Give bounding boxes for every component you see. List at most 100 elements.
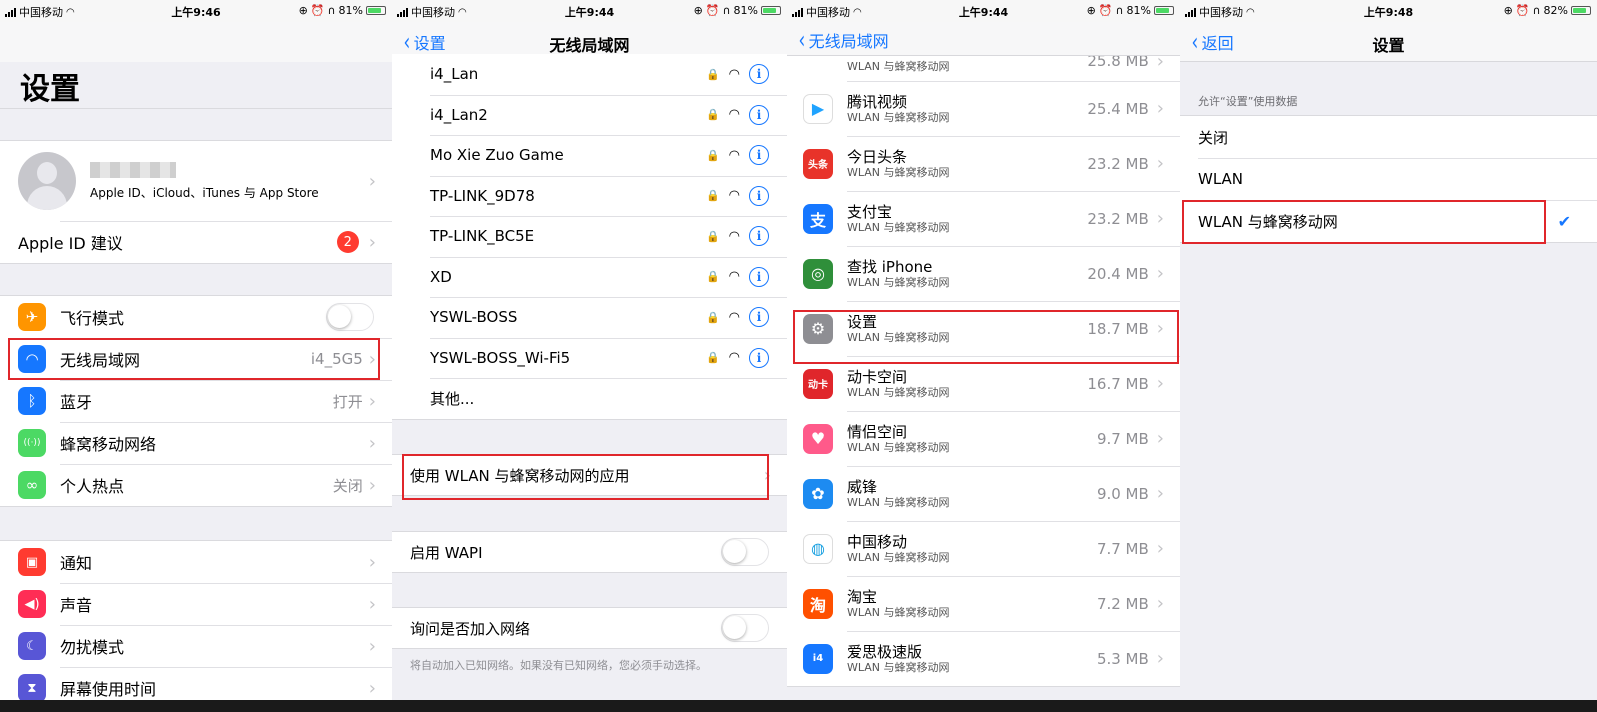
settings-row[interactable]: ✈ 飞行模式 [0, 296, 392, 338]
checkmark-icon: ✔ [1557, 211, 1571, 231]
app-network-type: WLAN 与蜂窝移动网 [847, 110, 950, 124]
settings-row[interactable]: ◀) 声音 › [0, 583, 392, 625]
back-button[interactable]: ‹ 无线局域网 [797, 28, 888, 52]
battery-percent: 81% [338, 4, 363, 17]
lock-icon: 🔒 [705, 67, 720, 81]
app-data-size: 20.4 MB [1087, 264, 1149, 283]
wapi-label: 启用 WAPI [410, 543, 483, 562]
chevron-right-icon: › [1156, 153, 1164, 174]
network-row[interactable]: Mo Xie Zuo Game 🔒 ◠ i [392, 135, 787, 176]
app-row[interactable]: ⚙ 设置 WLAN 与蜂窝移动网 18.7 MB › [787, 301, 1180, 356]
app-row[interactable]: ◍ 中国移动 WLAN 与蜂窝移动网 7.7 MB › [787, 521, 1180, 576]
network-row[interactable]: i4_Lan2 🔒 ◠ i [392, 94, 787, 136]
app-row[interactable]: ✿ 威锋 WLAN 与蜂窝移动网 9.0 MB › [787, 466, 1180, 521]
appleid-suggestion-row[interactable]: Apple ID 建议 2 › [0, 221, 392, 263]
app-network-type: WLAN 与蜂窝移动网 [847, 275, 950, 289]
network-row[interactable]: i4_Lan 🔒 ◠ i [392, 54, 787, 95]
network-name: YSWL-BOSS [430, 308, 518, 327]
settings-row[interactable]: ☾ 勿扰模式 › [0, 625, 392, 667]
network-name: TP-LINK_BC5E [430, 227, 535, 246]
toutiao-icon: 头条 [803, 148, 833, 179]
data-option-row[interactable]: WLAN 与蜂窝移动网 ✔ [1180, 200, 1597, 242]
apps-using-wlan-row[interactable]: 使用 WLAN 与蜂窝移动网的应用 › [392, 454, 787, 496]
settings-row-label: 蜂窝移动网络 [60, 435, 157, 454]
lock-icon: 🔒 [705, 229, 720, 243]
chevron-right-icon: › [1156, 263, 1164, 284]
app-row[interactable]: ♥ 情侣空间 WLAN 与蜂窝移动网 9.7 MB › [787, 411, 1180, 466]
network-row[interactable]: YSWL-BOSS 🔒 ◠ i [392, 297, 787, 338]
settings-row-label: 勿扰模式 [60, 638, 125, 657]
app-data-size: 23.2 MB [1087, 209, 1149, 228]
app-network-type: WLAN 与蜂窝移动网 [847, 550, 950, 564]
tencent-video-icon: ▶ [803, 93, 833, 124]
alipay-icon: 支 [803, 203, 833, 234]
app-data-size: 9.7 MB [1096, 429, 1149, 448]
settings-row[interactable]: ▣ 通知 › [0, 541, 392, 583]
info-icon[interactable]: i [749, 266, 769, 287]
taobao-icon: 淘 [803, 588, 833, 619]
page-title: 设置 [20, 72, 80, 107]
info-icon[interactable]: i [749, 347, 769, 368]
app-network-type: WLAN 与蜂窝移动网 [847, 165, 950, 179]
wifi-signal-icon: ◠ [728, 188, 740, 204]
profile-row[interactable]: Apple ID、iCloud、iTunes 与 App Store › [0, 141, 392, 221]
info-icon[interactable]: i [749, 307, 769, 328]
app-network-type: WLAN 与蜂窝移动网 [847, 605, 950, 619]
app-network-type: WLAN 与蜂窝移动网 [847, 385, 950, 399]
data-option-row[interactable]: 关闭 [1180, 116, 1597, 158]
network-name: i4_Lan2 [430, 105, 488, 124]
settings-row[interactable]: ((·)) 蜂窝移动网络 › [0, 422, 392, 464]
settings-gear-icon: ⚙ [803, 313, 833, 344]
app-row-partial[interactable]: WLAN 与蜂窝移动网 25.8 MB › [787, 51, 1180, 81]
network-row[interactable]: TP-LINK_9D78 🔒 ◠ i [392, 175, 787, 217]
network-row[interactable]: XD 🔒 ◠ i [392, 256, 787, 298]
lock-rotation-icon: ⊕ [693, 4, 703, 17]
divider [0, 108, 392, 109]
app-data-size: 7.7 MB [1096, 539, 1149, 558]
app-row[interactable]: i4 爱思极速版 WLAN 与蜂窝移动网 5.3 MB › [787, 631, 1180, 686]
headphones-icon: ∩ [722, 4, 731, 17]
airplane-toggle[interactable] [326, 303, 374, 331]
wifi-signal-icon: ◠ [728, 350, 740, 366]
wapi-toggle[interactable] [721, 538, 769, 566]
ask-join-toggle[interactable] [721, 614, 769, 642]
info-icon[interactable]: i [749, 226, 769, 247]
settings-row-label: 声音 [60, 596, 93, 615]
settings-row[interactable]: ◠ 无线局域网 i4_5G5 › [0, 338, 392, 380]
settings-row[interactable]: ᛒ 蓝牙 打开 › [0, 380, 392, 422]
app-row[interactable]: ◎ 查找 iPhone WLAN 与蜂窝移动网 20.4 MB › [787, 246, 1180, 301]
info-icon[interactable]: i [749, 145, 769, 166]
app-row[interactable]: 支支付宝 WLAN 与蜂窝移动网 23.2 MB › [787, 191, 1180, 246]
apps-using-wlan-label: 使用 WLAN 与蜂窝移动网的应用 [410, 466, 630, 485]
network-row[interactable]: YSWL-BOSS_Wi-Fi5 🔒 ◠ i [392, 337, 787, 379]
network-row[interactable]: TP-LINK_BC5E 🔒 ◠ i [392, 216, 787, 257]
app-row[interactable]: 头条 今日头条 WLAN 与蜂窝移动网 23.2 MB › [787, 136, 1180, 191]
app-row[interactable]: 淘淘宝 WLAN 与蜂窝移动网 7.2 MB › [787, 576, 1180, 631]
settings-row[interactable]: ∞ 个人热点 关闭 › [0, 464, 392, 506]
app-data-size: 9.0 MB [1096, 484, 1149, 503]
app-name: 淘宝 [847, 587, 878, 606]
settings-row-label: 飞行模式 [60, 309, 125, 328]
app-row[interactable]: 动卡 动卡空间 WLAN 与蜂窝移动网 16.7 MB › [787, 356, 1180, 411]
screenshot-stage: 中国移动 ◠ 上午9:46 ⊕ ⏰ ∩ 81% 设置 Apple ID、iCloud、i… [0, 0, 1597, 712]
info-icon[interactable]: i [749, 64, 769, 85]
other-network-row[interactable]: 其他... [392, 378, 787, 419]
settings-row-label: 无线局域网 [60, 351, 141, 370]
app-name: 设置 [847, 312, 878, 331]
settings-row[interactable]: ⧗ 屏幕使用时间 › [0, 667, 392, 700]
chevron-right-icon: › [368, 551, 376, 573]
couple-icon: ♥ [803, 423, 833, 454]
wifi-signal-icon: ◠ [728, 147, 740, 163]
lock-icon: 🔒 [705, 310, 720, 324]
wifi-signal-icon: ◠ [728, 269, 740, 285]
info-icon[interactable]: i [749, 185, 769, 206]
chevron-right-icon: › [1156, 483, 1164, 504]
network-name: Mo Xie Zuo Game [430, 146, 564, 165]
data-option-row[interactable]: WLAN [1180, 158, 1597, 200]
app-row[interactable]: ▶ 腾讯视频 WLAN 与蜂窝移动网 25.4 MB › [787, 81, 1180, 136]
chevron-right-icon: › [1156, 593, 1164, 614]
info-icon[interactable]: i [749, 104, 769, 125]
settings-row-value: 打开 [332, 392, 363, 411]
wlan-panel: 中国移动 ◠ 上午9:44 ⊕ ⏰ ∩ 81% ‹ 设置 无线局域网 i4_Lan 🔒 ◠ i i… [392, 0, 787, 700]
app-name: 动卡空间 [847, 367, 908, 386]
